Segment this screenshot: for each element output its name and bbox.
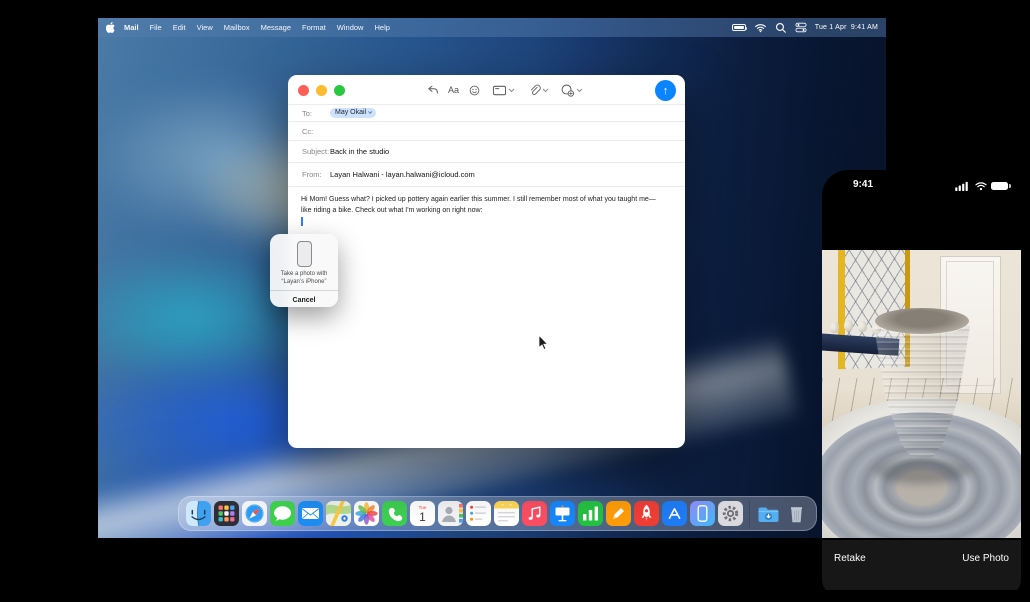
apple-menu-icon[interactable] xyxy=(106,22,115,33)
undo-icon[interactable] xyxy=(426,82,440,98)
dock-icon-appstore[interactable] xyxy=(662,501,687,526)
dock-icon-photos[interactable] xyxy=(354,501,379,526)
close-button[interactable] xyxy=(298,85,309,96)
menu-bar-clock[interactable]: Tue 1 Apr 9:41 AM xyxy=(815,24,878,31)
clay-pot xyxy=(874,308,970,468)
dock-icon-mail[interactable] xyxy=(298,501,323,526)
to-field[interactable]: To: May Okail xyxy=(288,105,685,122)
svg-text:1: 1 xyxy=(419,512,425,524)
menu-message[interactable]: Message xyxy=(261,23,291,32)
battery-icon[interactable] xyxy=(732,24,746,31)
dock-icon-notes[interactable] xyxy=(494,501,519,526)
subject-field[interactable]: Subject: Back in the studio xyxy=(288,141,685,163)
dock-icon-trash[interactable] xyxy=(784,501,809,526)
popup-divider xyxy=(270,290,338,291)
format-label: Aa xyxy=(448,85,459,95)
wifi-icon[interactable] xyxy=(754,22,767,33)
continuity-camera-popup: Take a photo with “Layan’s iPhone” Cance… xyxy=(270,234,338,307)
popup-message-line2: “Layan’s iPhone” xyxy=(270,279,338,287)
dock-icon-launchpad[interactable] xyxy=(214,501,239,526)
menu-items: Mail File Edit View Mailbox Message Format Wind… xyxy=(124,23,390,32)
dock-icon-phone[interactable] xyxy=(382,501,407,526)
mail-compose-window: Aa ↑ To: xyxy=(288,75,685,448)
menu-help[interactable]: Help xyxy=(374,23,389,32)
dock-icon-contacts[interactable] xyxy=(438,501,463,526)
dock-icon-safari[interactable] xyxy=(242,501,267,526)
dock-divider xyxy=(749,501,750,527)
send-button[interactable]: ↑ xyxy=(655,80,676,101)
menu-window[interactable]: Window xyxy=(337,23,364,32)
emoji-icon[interactable] xyxy=(468,82,481,98)
from-field[interactable]: From: Layan Halwani - layan.halwani@iclo… xyxy=(288,163,685,187)
dock-icon-music[interactable] xyxy=(522,501,547,526)
attach-icon[interactable] xyxy=(528,82,547,98)
zoom-button[interactable] xyxy=(334,85,345,96)
subject-label: Subject: xyxy=(302,147,330,156)
menu-view[interactable]: View xyxy=(197,23,213,32)
menu-bar-status: Tue 1 Apr 9:41 AM xyxy=(732,22,878,34)
iphone-screen: 9:41 xyxy=(822,170,1021,597)
mail-toolbar: Aa ↑ xyxy=(288,75,685,105)
control-center-icon[interactable] xyxy=(795,22,807,33)
dock-icon-reminders[interactable] xyxy=(466,501,491,526)
camera-photo-preview xyxy=(822,250,1021,538)
recipient-pill[interactable]: May Okail xyxy=(330,108,376,119)
mouse-cursor xyxy=(538,334,549,351)
menu-edit[interactable]: Edit xyxy=(173,23,186,32)
cc-field[interactable]: Cc: xyxy=(288,122,685,141)
svg-text:Tue: Tue xyxy=(419,505,427,510)
dock-icon-pages[interactable] xyxy=(606,501,631,526)
dock-icon-messages[interactable] xyxy=(270,501,295,526)
format-icon[interactable]: Aa xyxy=(448,82,459,98)
photo-browser-icon[interactable] xyxy=(492,82,513,98)
cc-label: Cc: xyxy=(302,127,330,136)
to-label: To: xyxy=(302,109,330,118)
dock-icon-calendar[interactable]: Tue 1 xyxy=(410,501,435,526)
camera-bottom-bar: Retake Use Photo xyxy=(822,540,1021,590)
search-icon[interactable] xyxy=(775,22,787,34)
dock-icon-iphone-mirroring[interactable] xyxy=(690,501,715,526)
mac-desktop: Mail File Edit View Mailbox Message Format Wind… xyxy=(98,18,886,538)
from-value: Layan Halwani - layan.halwani@icloud.com xyxy=(330,170,475,179)
retake-button[interactable]: Retake xyxy=(834,553,866,590)
menu-file[interactable]: File xyxy=(150,23,162,32)
dock-icon-maps[interactable] xyxy=(326,501,351,526)
dock-icon-settings[interactable] xyxy=(718,501,743,526)
use-photo-button[interactable]: Use Photo xyxy=(962,553,1009,590)
dock-icon-downloads[interactable] xyxy=(756,501,781,526)
cancel-button[interactable]: Cancel xyxy=(270,297,338,304)
dock-icon-rocket[interactable] xyxy=(634,501,659,526)
dock-icon-numbers[interactable] xyxy=(578,501,603,526)
from-label: From: xyxy=(302,170,330,179)
popup-message-line1: Take a photo with xyxy=(270,271,338,279)
menu-bar: Mail File Edit View Mailbox Message Format Wind… xyxy=(98,18,886,37)
message-body[interactable]: Hi Mom! Guess what? I picked up pottery … xyxy=(288,187,673,217)
wifi-icon xyxy=(974,181,988,191)
subject-value: Back in the studio xyxy=(330,147,389,156)
screenshot-stage: Mail File Edit View Mailbox Message Format Wind… xyxy=(0,0,1030,602)
menu-mail[interactable]: Mail xyxy=(124,23,139,32)
chevron-down-icon xyxy=(368,110,372,114)
window-controls xyxy=(298,85,345,96)
dock: Tue 1 xyxy=(178,496,817,531)
dock-icon-keynote[interactable] xyxy=(550,501,575,526)
iphone-clock: 9:41 xyxy=(853,179,873,190)
cellular-signal-icon xyxy=(955,181,970,191)
text-cursor xyxy=(301,217,303,226)
menu-mailbox[interactable]: Mailbox xyxy=(224,23,250,32)
dock-icon-finder[interactable] xyxy=(186,501,211,526)
minimize-button[interactable] xyxy=(316,85,327,96)
iphone-icon xyxy=(297,241,312,267)
battery-icon xyxy=(991,182,1008,191)
insert-from-iphone-icon[interactable] xyxy=(560,82,581,98)
iphone-status-bar: 9:41 xyxy=(822,170,1021,200)
recipient-name: May Okail xyxy=(335,109,366,116)
menu-format[interactable]: Format xyxy=(302,23,326,32)
